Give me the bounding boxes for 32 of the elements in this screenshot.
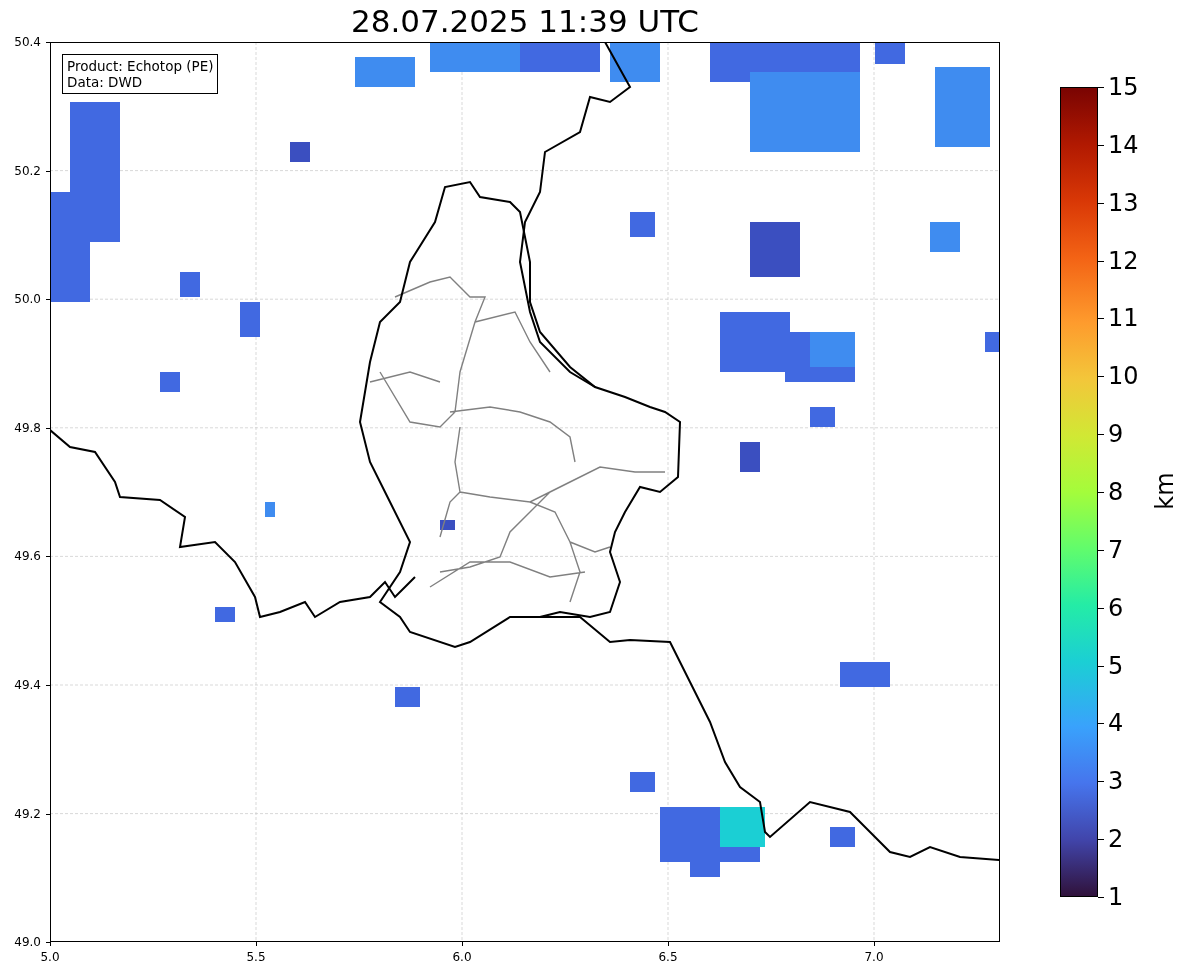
colorbar-tick-label: 2 (1108, 825, 1124, 854)
colorbar-tick-label: 15 (1108, 73, 1139, 101)
colorbar-tick-label: 6 (1108, 593, 1124, 622)
colorbar-tick-label: 9 (1108, 420, 1124, 449)
colorbar-tick-label: 3 (1108, 767, 1124, 796)
colorbar-tick-label: 11 (1108, 304, 1139, 333)
colorbar-tick-label: 12 (1108, 246, 1139, 275)
colorbar-tick-label: 10 (1108, 362, 1139, 391)
y-tick-label: 49.0 (14, 935, 41, 950)
y-tick-label: 50.4 (14, 35, 41, 49)
y-tick-label: 49.4 (14, 678, 41, 692)
y-tick-label: 50.0 (14, 292, 41, 307)
x-tick-label: 5.0 (40, 950, 60, 964)
colorbar-tick-label: 14 (1108, 130, 1139, 159)
x-tick-label: 5.5 (246, 950, 266, 964)
x-tick-label: 7.0 (864, 950, 884, 964)
plot-title: 28.07.2025 11:39 UTC (351, 2, 699, 41)
colorbar-tick-label: 5 (1108, 651, 1124, 680)
colorbar-tick-label: 7 (1108, 535, 1124, 564)
y-tick-label: 49.2 (14, 806, 41, 821)
legend-text: Product: Echotop (PE) (67, 58, 214, 74)
colorbar-label: km (1150, 472, 1178, 510)
y-tick-label: 50.2 (14, 163, 41, 178)
colorbar-tick-label: 8 (1108, 478, 1124, 506)
y-tick-label: 49.8 (14, 420, 41, 435)
x-tick-label: 6.5 (658, 950, 678, 964)
y-tick-label: 49.6 (14, 549, 41, 564)
colorbar-tick-label: 4 (1108, 709, 1124, 738)
x-tick-label: 6.0 (452, 950, 472, 964)
colorbar-tick-label: 13 (1108, 188, 1139, 217)
legend-text: Data: DWD (67, 74, 144, 90)
colorbar-tick-label: 1 (1108, 883, 1124, 911)
